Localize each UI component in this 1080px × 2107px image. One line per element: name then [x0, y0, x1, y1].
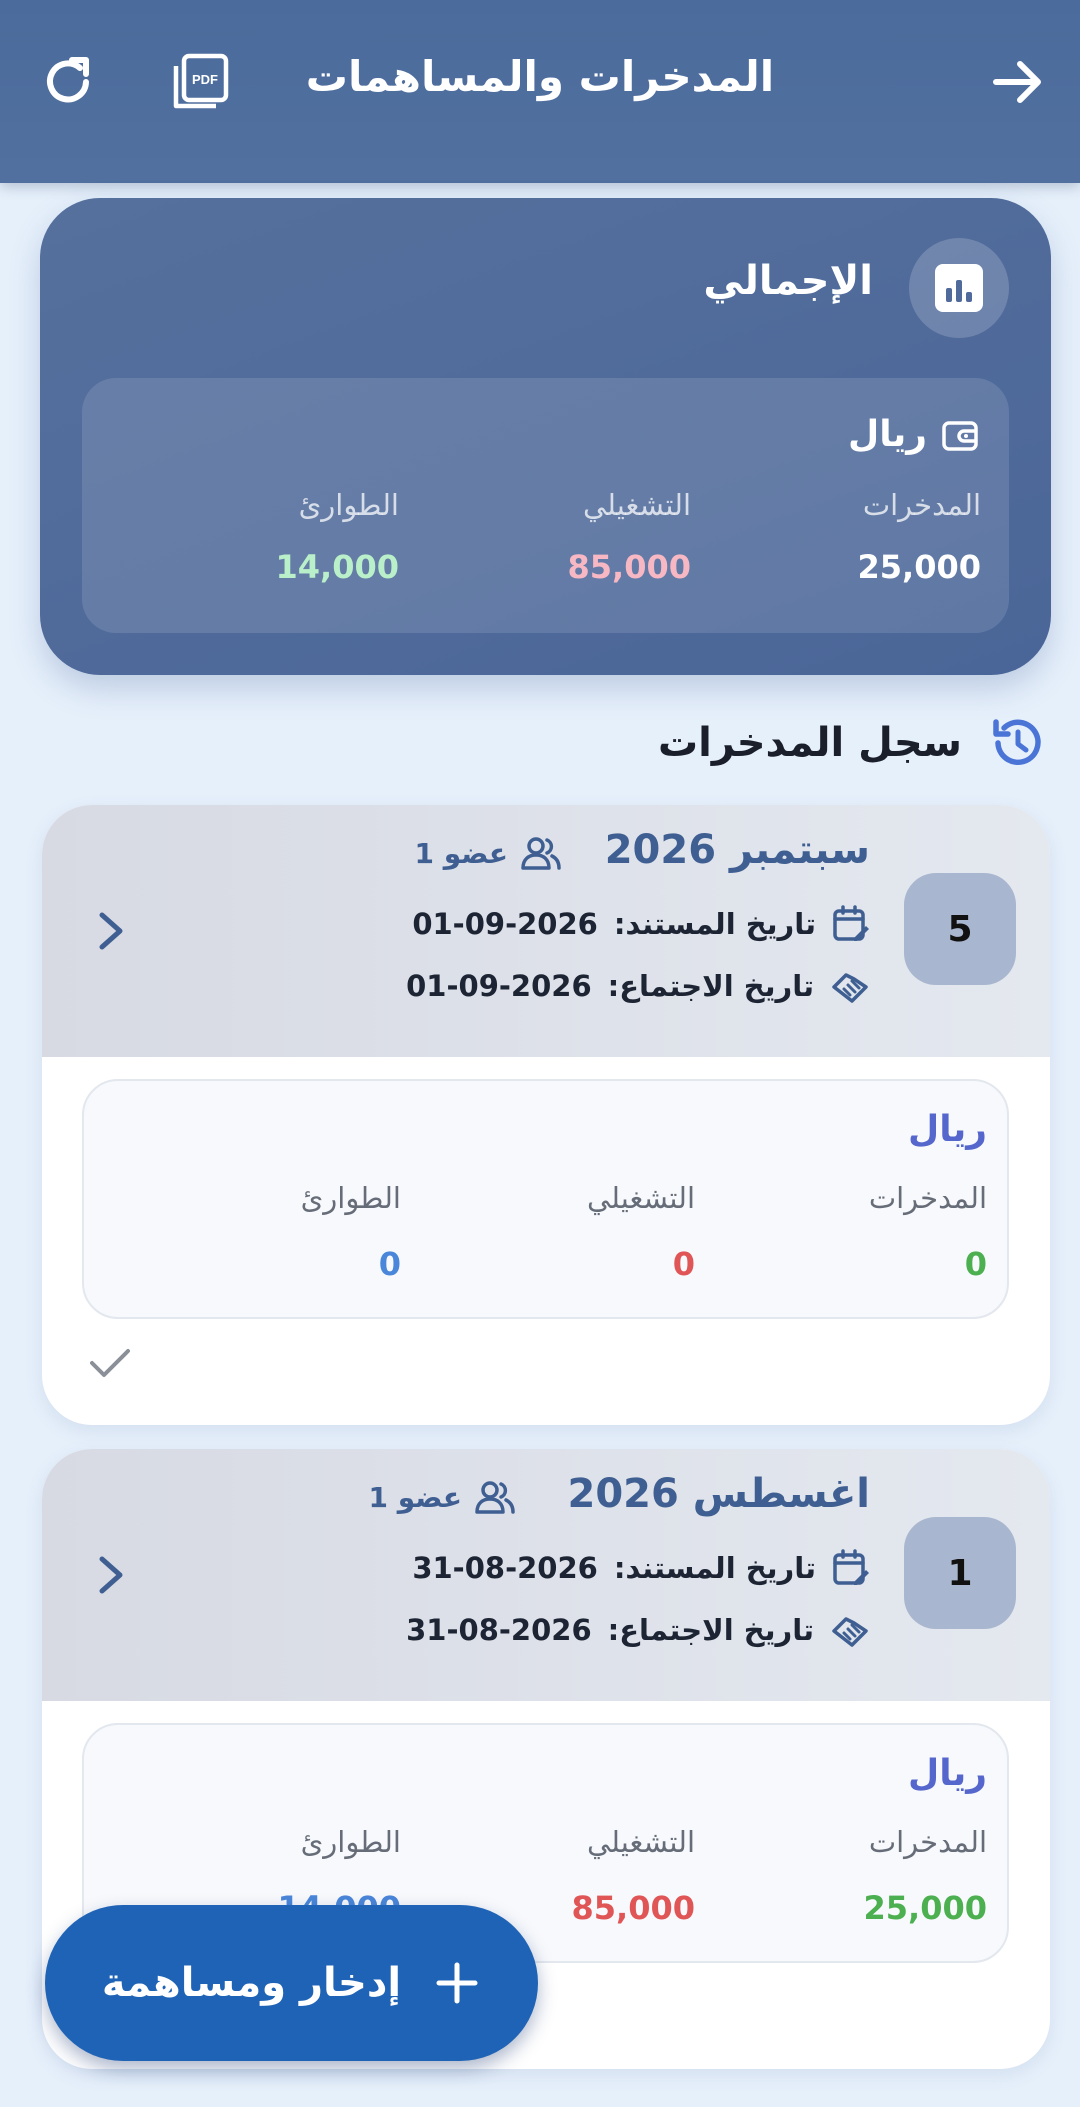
svg-text:PDF: PDF	[192, 72, 218, 87]
record-savings-label: المدخرات	[868, 1825, 987, 1859]
wallet-icon	[942, 420, 978, 451]
fab-label: إدخار ومساهمة	[101, 1960, 402, 2006]
add-saving-contribution-button[interactable]: إدخار ومساهمة	[45, 1905, 538, 2061]
summary-savings-label: المدخرات	[862, 488, 981, 522]
record-columns: المدخرات 0 التشغيلي 0 الطوارئ 0	[301, 1181, 987, 1291]
summary-emergency-label: الطوارئ	[298, 488, 399, 522]
summary-savings: المدخرات 25,000	[781, 488, 981, 586]
record-month: اغسطس 2026	[567, 1471, 871, 1517]
record-savings-label: المدخرات	[868, 1181, 987, 1215]
document-date-value: 01-09-2026	[412, 907, 598, 941]
summary-title: الإجمالي	[703, 258, 873, 304]
record-document-date: تاريخ المستند: 01-09-2026	[412, 905, 870, 943]
record-emergency-label: الطوارئ	[300, 1825, 401, 1859]
summary-currency-row: ريال	[848, 414, 979, 455]
record-meeting-date: تاريخ الاجتماع: 31-08-2026	[406, 1611, 870, 1649]
members-icon	[521, 837, 561, 870]
document-date-label: تاريخ المستند:	[613, 907, 816, 941]
summary-currency: ريال	[848, 414, 927, 455]
members-icon	[475, 1481, 515, 1514]
record-savings: المدخرات 25,000	[787, 1825, 987, 1927]
record-members-text: عضو 1	[368, 1480, 462, 1514]
history-section-header: سجل المدخرات	[658, 712, 1048, 774]
record-members: عضو 1	[368, 1479, 516, 1515]
record-operating: التشغيلي 0	[495, 1181, 695, 1283]
meeting-date-value: 01-09-2026	[406, 969, 592, 1003]
plus-icon	[436, 1962, 478, 2004]
record-operating: التشغيلي 85,000	[495, 1825, 695, 1927]
summary-operating-value: 85,000	[567, 548, 691, 586]
record-operating-label: التشغيلي	[586, 1825, 695, 1859]
record-header[interactable]: 1 اغسطس 2026 عضو 1 تاريخ المستند: 31-08-…	[42, 1449, 1050, 1701]
record-currency: ريال	[908, 1109, 987, 1150]
summary-savings-value: 25,000	[857, 548, 981, 586]
record-savings: المدخرات 0	[787, 1181, 987, 1283]
record-amounts: ريال المدخرات 0 التشغيلي 0 الطوارئ 0	[82, 1079, 1009, 1319]
chevron-right-icon[interactable]	[90, 1553, 130, 1597]
meeting-date-label: تاريخ الاجتماع:	[607, 1613, 814, 1647]
record-currency: ريال	[908, 1753, 987, 1794]
record-document-date: تاريخ المستند: 31-08-2026	[412, 1549, 870, 1587]
app-bar: المدخرات والمساهمات PDF	[0, 0, 1080, 183]
record-header[interactable]: 5 سبتمبر 2026 عضو 1 تاريخ المستند: 01-09…	[42, 805, 1050, 1057]
record-emergency-label: الطوارئ	[300, 1181, 401, 1215]
summary-operating-label: التشغيلي	[582, 488, 691, 522]
record-operating-label: التشغيلي	[586, 1181, 695, 1215]
handshake-icon	[832, 973, 868, 1003]
meeting-date-value: 31-08-2026	[406, 1613, 592, 1647]
record-emergency: الطوارئ 0	[201, 1181, 401, 1283]
page-title: المدخرات والمساهمات	[305, 52, 775, 101]
calendar-edit-icon	[833, 905, 869, 941]
check-icon	[90, 1349, 130, 1377]
record-emergency-value: 0	[378, 1245, 401, 1283]
document-date-label: تاريخ المستند:	[613, 1551, 816, 1585]
summary-emergency: الطوارئ 14,000	[199, 488, 399, 586]
record-members: عضو 1	[414, 835, 562, 871]
meeting-date-label: تاريخ الاجتماع:	[607, 969, 814, 1003]
record-operating-value: 85,000	[571, 1889, 695, 1927]
bar-chart-icon	[935, 264, 983, 312]
record-number-badge: 5	[904, 873, 1016, 985]
summary-totals: ريال المدخرات 25,000 التشغيلي 85,000 الط…	[82, 378, 1009, 633]
refresh-icon[interactable]	[36, 50, 100, 114]
chart-badge	[909, 238, 1009, 338]
history-icon	[993, 719, 1041, 765]
chevron-right-icon[interactable]	[90, 909, 130, 953]
summary-columns: المدخرات 25,000 التشغيلي 85,000 الطوارئ …	[276, 488, 981, 598]
record-savings-value: 25,000	[863, 1889, 987, 1927]
history-title: سجل المدخرات	[657, 720, 962, 766]
pdf-icon[interactable]: PDF	[168, 50, 232, 114]
record-month: سبتمبر 2026	[604, 827, 870, 873]
record-number-badge: 1	[904, 1517, 1016, 1629]
record-card[interactable]: 5 سبتمبر 2026 عضو 1 تاريخ المستند: 01-09…	[42, 805, 1050, 1425]
summary-card: الإجمالي ريال المدخرات 25,000 التشغيلي 8…	[40, 198, 1051, 675]
summary-operating: التشغيلي 85,000	[491, 488, 691, 586]
record-savings-value: 0	[964, 1245, 987, 1283]
record-members-text: عضو 1	[414, 836, 508, 870]
document-date-value: 31-08-2026	[412, 1551, 598, 1585]
record-meeting-date: تاريخ الاجتماع: 01-09-2026	[406, 967, 870, 1005]
summary-emergency-value: 14,000	[275, 548, 399, 586]
record-operating-value: 0	[672, 1245, 695, 1283]
handshake-icon	[832, 1617, 868, 1647]
calendar-edit-icon	[833, 1549, 869, 1585]
